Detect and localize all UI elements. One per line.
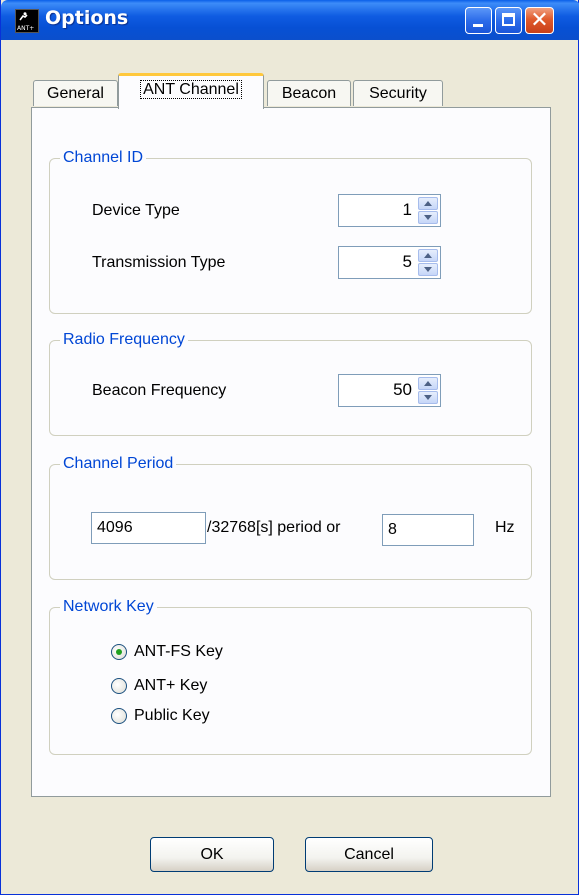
ant-app-icon: ANT+ <box>15 9 39 33</box>
beacon-frequency-label: Beacon Frequency <box>92 382 227 399</box>
tab-general[interactable]: General <box>33 80 118 106</box>
ok-button[interactable]: OK <box>150 837 274 872</box>
arrow-down-icon <box>424 267 432 272</box>
public-key-label[interactable]: Public Key <box>134 706 210 726</box>
beacon-frequency-down-button[interactable] <box>418 391 438 404</box>
maximize-icon <box>502 13 515 26</box>
radio-selected-dot <box>116 649 122 655</box>
channel-id-group-title: Channel ID <box>60 147 147 169</box>
hz-input[interactable]: 8 <box>382 514 474 546</box>
tab-ant-channel-label: ANT Channel <box>140 80 242 99</box>
hz-label: Hz <box>495 519 515 536</box>
device-type-spinner[interactable]: 1 <box>338 194 441 227</box>
close-button[interactable]: ✕ <box>525 7 554 34</box>
window-title: Options <box>45 7 129 29</box>
ant-plus-key-label[interactable]: ANT+ Key <box>134 676 207 696</box>
radio-frequency-group-title: Radio Frequency <box>60 329 188 351</box>
arrow-down-icon <box>424 215 432 220</box>
tab-security[interactable]: Security <box>353 80 443 106</box>
transmission-type-label: Transmission Type <box>92 254 226 271</box>
transmission-type-spinner[interactable]: 5 <box>338 246 441 279</box>
transmission-type-down-button[interactable] <box>418 263 438 276</box>
beacon-frequency-up-button[interactable] <box>418 377 438 390</box>
public-key-radio[interactable] <box>111 708 127 724</box>
tab-ant-channel[interactable]: ANT Channel <box>118 73 264 109</box>
tab-beacon-label: Beacon <box>281 85 337 102</box>
ant-figure-icon <box>19 12 28 21</box>
minimize-button[interactable] <box>465 7 492 34</box>
transmission-type-up-button[interactable] <box>418 249 438 262</box>
period-suffix-label: /32768[s] period or <box>207 519 341 536</box>
device-type-label: Device Type <box>92 202 180 219</box>
ant-fs-key-label[interactable]: ANT-FS Key <box>134 642 223 662</box>
ant-plus-key-radio[interactable] <box>111 678 127 694</box>
channel-id-group: Channel ID <box>49 147 532 314</box>
tab-beacon[interactable]: Beacon <box>267 80 351 106</box>
channel-period-group-title: Channel Period <box>60 453 177 475</box>
network-key-group-title: Network Key <box>60 596 157 618</box>
device-type-up-button[interactable] <box>418 197 438 210</box>
tab-security-label: Security <box>369 85 427 102</box>
beacon-frequency-value: 50 <box>393 380 412 399</box>
device-type-value: 1 <box>402 200 412 219</box>
minimize-icon <box>473 24 483 27</box>
arrow-up-icon <box>424 381 432 386</box>
arrow-up-icon <box>424 201 432 206</box>
maximize-button[interactable] <box>495 7 522 34</box>
options-window: ANT+ Options ✕ General ANT Channel Beaco… <box>0 0 579 895</box>
close-icon: ✕ <box>530 8 549 33</box>
ant-fs-key-radio[interactable] <box>111 644 127 660</box>
period-input[interactable]: 4096 <box>91 512 206 544</box>
tab-general-label: General <box>47 85 104 102</box>
transmission-type-value: 5 <box>402 252 412 271</box>
beacon-frequency-spinner[interactable]: 50 <box>338 374 441 407</box>
cancel-button[interactable]: Cancel <box>305 837 433 872</box>
device-type-down-button[interactable] <box>418 211 438 224</box>
arrow-up-icon <box>424 253 432 258</box>
arrow-down-icon <box>424 395 432 400</box>
app-icon-label: ANT+ <box>17 25 35 32</box>
title-bar[interactable]: ANT+ Options ✕ <box>1 0 579 40</box>
